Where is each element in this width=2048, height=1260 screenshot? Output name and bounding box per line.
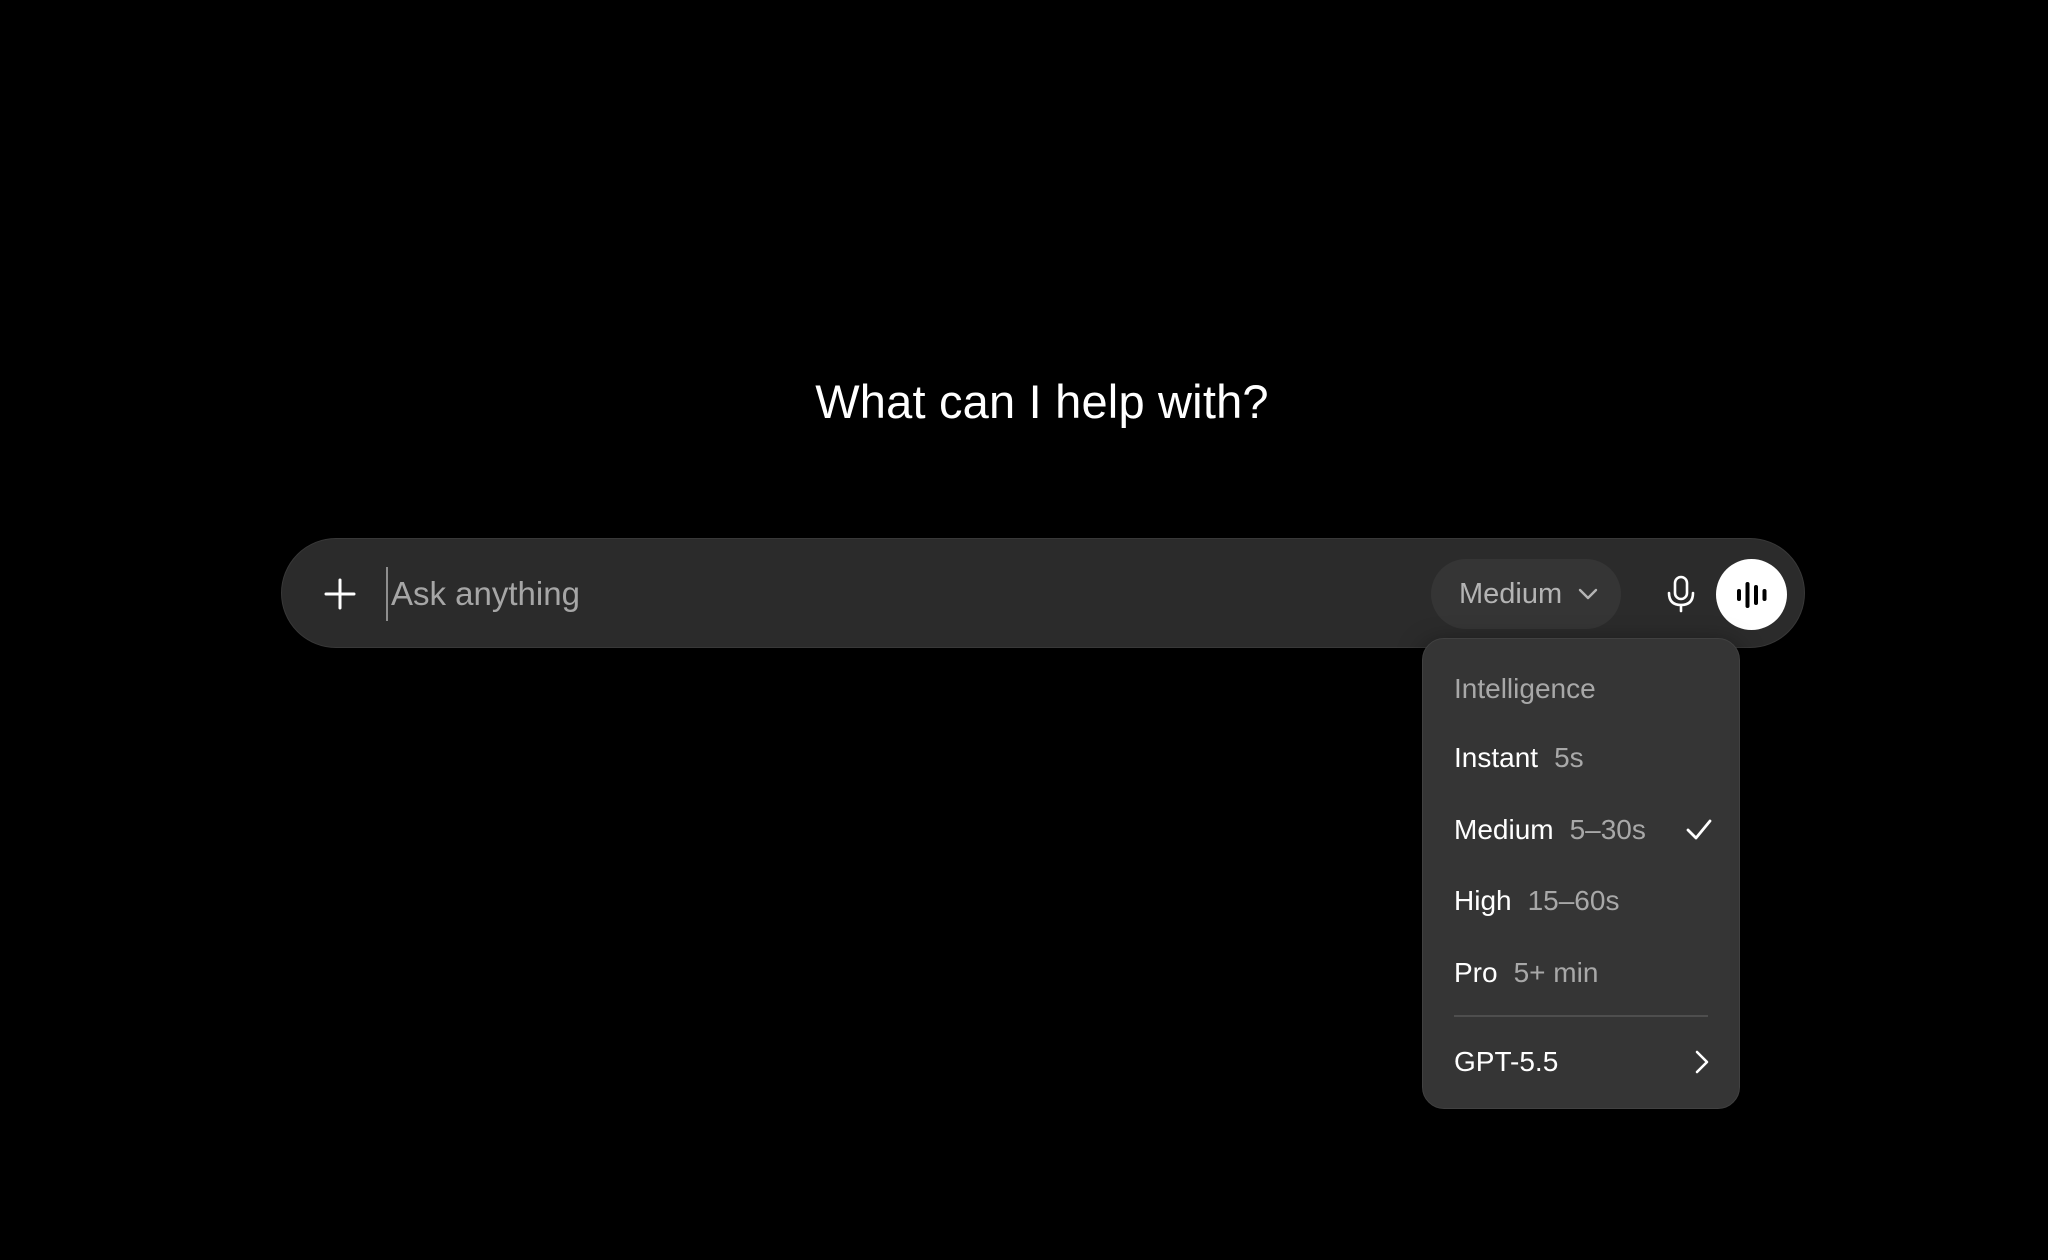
attach-button[interactable]	[312, 566, 368, 622]
menu-item-high[interactable]: High 15–60s	[1433, 870, 1729, 932]
checkmark-icon	[1686, 819, 1712, 840]
plus-icon	[324, 578, 356, 610]
model-label: GPT-5.5	[1454, 1046, 1559, 1077]
menu-item-name: Pro	[1454, 957, 1498, 988]
prompt-input[interactable]	[386, 567, 1291, 621]
menu-item-time: 5–30s	[1569, 814, 1646, 845]
voice-mode-button[interactable]	[1716, 559, 1787, 630]
menu-item-name: High	[1454, 885, 1512, 916]
menu-divider	[1454, 1015, 1708, 1017]
microphone-icon	[1667, 575, 1695, 613]
chat-home: What can I help with? Medium	[0, 0, 2048, 1260]
prompt-composer: Medium	[281, 538, 1805, 648]
chevron-down-icon	[1578, 588, 1598, 600]
menu-item-pro[interactable]: Pro 5+ min	[1433, 942, 1729, 1004]
menu-item-name: Medium	[1454, 814, 1554, 845]
voice-waveform-icon	[1736, 581, 1766, 608]
menu-item-time: 5+ min	[1513, 957, 1599, 988]
menu-header: Intelligence	[1454, 673, 1596, 704]
menu-item-time: 5s	[1554, 742, 1584, 773]
intelligence-menu: Intelligence Instant 5s Medium 5–30s Hig…	[1422, 638, 1740, 1109]
chevron-right-icon	[1695, 1050, 1709, 1074]
menu-item-medium[interactable]: Medium 5–30s	[1433, 799, 1729, 861]
page-heading: What can I help with?	[815, 375, 1269, 428]
menu-item-model[interactable]: GPT-5.5	[1433, 1031, 1729, 1093]
mode-selector-button[interactable]: Medium	[1431, 559, 1621, 629]
dictate-button[interactable]	[1646, 559, 1716, 629]
menu-item-instant[interactable]: Instant 5s	[1433, 727, 1729, 789]
menu-item-time: 15–60s	[1527, 885, 1620, 916]
menu-item-name: Instant	[1454, 742, 1539, 773]
mode-selector-label: Medium	[1459, 577, 1563, 610]
